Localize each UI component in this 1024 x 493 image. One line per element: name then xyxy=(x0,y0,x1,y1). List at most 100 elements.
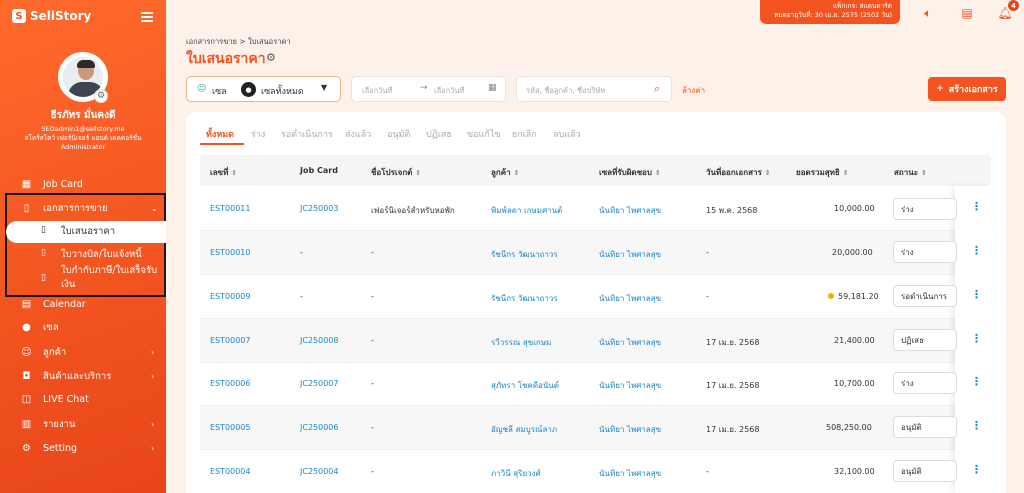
more-options-icon[interactable]: ⋮ xyxy=(971,463,982,476)
package-expiry: หมดอายุวันที่: 30 เม.ย. 2575 (2502 วัน) xyxy=(773,11,892,19)
column-header-status[interactable]: สถานะ ⇕ xyxy=(894,166,927,179)
hamburger-menu-icon[interactable] xyxy=(141,12,153,22)
row-job-card-link[interactable]: JC250006 xyxy=(300,423,338,432)
status-select[interactable]: ร่าง xyxy=(893,372,957,394)
row-number-link[interactable]: EST00011 xyxy=(210,204,250,213)
user-company: สโตร์สโตว์ เฟอร์นิเจอร์ แอนด์ เดคคอร์ชั่… xyxy=(24,134,142,142)
row-job-card-link[interactable]: JC250007 xyxy=(300,379,338,388)
tab-sent[interactable]: ส่งแล้ว xyxy=(345,127,371,141)
tab-rejected[interactable]: ปฏิเสธ xyxy=(426,127,452,141)
bag-icon: ◘ xyxy=(22,370,31,382)
row-job-card-link[interactable]: JC250003 xyxy=(300,204,338,213)
row-project: - xyxy=(371,336,374,345)
row-sales-link[interactable]: นันทิยา ไพศาลสุข xyxy=(599,379,661,392)
tab-cancelled[interactable]: ยกเลิก xyxy=(512,127,537,141)
more-options-icon[interactable]: ⋮ xyxy=(971,244,982,257)
status-select[interactable]: อนุมัติ xyxy=(893,416,957,438)
column-header-project[interactable]: ชื่อโปรเจกต์ ⇕ xyxy=(371,166,421,179)
row-job-card-link[interactable]: JC250008 xyxy=(300,336,338,345)
row-sales-link[interactable]: นันทิยา ไพศาลสุข xyxy=(599,467,661,480)
row-customer-link[interactable]: ภาวินี สุริยวงศ์ xyxy=(491,467,541,480)
more-options-icon[interactable]: ⋮ xyxy=(971,288,982,301)
date-range-picker[interactable]: เลือกวันที่ → เลือกวันที่ ▦ xyxy=(351,76,506,102)
row-customer-link[interactable]: รัชนีกร วัฒนาถาวร xyxy=(491,248,558,261)
row-total: 21,400.00 xyxy=(834,336,875,345)
status-select[interactable]: ร่าง xyxy=(893,198,957,220)
app-logo[interactable]: S SellStory xyxy=(12,9,91,23)
row-customer-link[interactable]: รวีวรรณ สุขเกษม xyxy=(491,336,551,349)
more-options-icon[interactable]: ⋮ xyxy=(971,332,982,345)
row-job-card-link[interactable]: JC250004 xyxy=(300,467,338,476)
column-header-number[interactable]: เลขที่ ⇕ xyxy=(210,166,237,179)
row-customer-link[interactable]: สุภัทรา โชคดีอนันต์ xyxy=(491,379,559,392)
sidebar-item-reports[interactable]: ▥ รายงาน › xyxy=(0,414,166,434)
status-select[interactable]: อนุมัติ xyxy=(893,460,957,482)
clear-filters-link[interactable]: ล้างค่า xyxy=(682,84,705,97)
status-select[interactable]: รอดำเนินการ xyxy=(893,285,957,307)
package-banner[interactable]: แพ็กเกจ: สแตนดาร์ด หมดอายุวันที่: 30 เม.… xyxy=(760,0,900,24)
sidebar-item-sales[interactable]: ● เซล xyxy=(0,317,166,337)
column-header-date[interactable]: วันที่ออกเอกสาร ⇕ xyxy=(706,166,771,179)
more-options-icon[interactable]: ⋮ xyxy=(971,419,982,432)
chevron-right-icon: › xyxy=(151,419,155,429)
chevron-right-icon: › xyxy=(151,443,155,453)
row-sales-link[interactable]: นันทิยา ไพศาลสุข xyxy=(599,248,661,261)
column-header-total[interactable]: ยอดรวมสุทธิ ⇕ xyxy=(796,166,849,179)
chat-icon: ◫ xyxy=(21,393,32,405)
speaker-icon[interactable]: 🔈︎ xyxy=(921,6,935,20)
chevron-right-icon: › xyxy=(151,347,155,357)
row-number-link[interactable]: EST00007 xyxy=(210,336,250,345)
active-tab-indicator xyxy=(200,143,244,145)
row-number-link[interactable]: EST00010 xyxy=(210,248,250,257)
row-number-link[interactable]: EST00004 xyxy=(210,467,250,476)
plus-icon: + xyxy=(936,84,944,94)
create-document-button[interactable]: + สร้างเอกสาร xyxy=(928,77,1006,101)
message-icon[interactable]: ▤ xyxy=(960,6,974,20)
sidebar-item-products[interactable]: ◘ สินค้าและบริการ › xyxy=(0,366,166,386)
column-header-customer[interactable]: ลูกค้า ⇕ xyxy=(491,166,519,179)
tab-pending[interactable]: รอดำเนินการ xyxy=(281,127,333,141)
notification-badge: 4 xyxy=(1008,0,1019,11)
row-customer-link[interactable]: อัญชลี สมบูรณ์ลาภ xyxy=(491,423,557,436)
search-icon[interactable]: ⌕ xyxy=(654,82,660,96)
row-customer-link[interactable]: รัชนีกร วัฒนาถาวร xyxy=(491,292,558,305)
sort-icon: ⇕ xyxy=(415,169,422,177)
search-placeholder: รหัส, ชื่อลูกค้า, ชื่อบริษัท xyxy=(526,86,606,95)
user-icon: ☺ xyxy=(197,84,207,94)
settings-gear-icon[interactable]: ⚙ xyxy=(266,51,276,64)
row-sales-link[interactable]: นันทิยา ไพศาลสุข xyxy=(599,204,661,217)
row-sales-link[interactable]: นันทิยา ไพศาลสุข xyxy=(599,423,661,436)
tab-revision[interactable]: ขอแก้ไข xyxy=(467,127,501,141)
row-date: - xyxy=(706,292,709,301)
tab-approved[interactable]: อนุมัติ xyxy=(387,127,410,141)
sales-filter-select[interactable]: ☺ เซล ● เซลทั้งหมด ▼ xyxy=(186,76,341,102)
search-input[interactable]: รหัส, ชื่อลูกค้า, ชื่อบริษัท ⌕ xyxy=(516,76,672,102)
more-options-icon[interactable]: ⋮ xyxy=(971,375,982,388)
sidebar-item-live-chat[interactable]: ◫ LIVE Chat xyxy=(0,389,166,409)
status-select[interactable]: ร่าง xyxy=(893,241,957,263)
row-sales-link[interactable]: นันทิยา ไพศาลสุข xyxy=(599,336,661,349)
row-customer-link[interactable]: พิมพ์ลดา เกษมศานต์ xyxy=(491,204,562,217)
calendar-icon: ▦ xyxy=(488,83,497,93)
sidebar-item-calendar[interactable]: ▤ Calendar xyxy=(0,294,166,314)
profile-settings-icon[interactable]: ⚙ xyxy=(94,89,108,103)
more-options-icon[interactable]: ⋮ xyxy=(971,200,982,213)
column-header-job-card[interactable]: Job Card xyxy=(300,166,338,175)
sort-icon: ⇕ xyxy=(764,169,771,177)
sidebar-item-customers[interactable]: ☺ ลูกค้า › xyxy=(0,342,166,362)
sidebar-item-job-card[interactable]: ▦ Job Card xyxy=(0,174,166,194)
tab-all[interactable]: ทั้งหมด xyxy=(206,127,234,141)
row-number-link[interactable]: EST00009 xyxy=(210,292,250,301)
sidebar-item-setting[interactable]: ⚙ Setting › xyxy=(0,438,166,458)
report-icon: ▥ xyxy=(21,418,32,430)
row-number-link[interactable]: EST00005 xyxy=(210,423,250,432)
row-sales-link[interactable]: นันทิยา ไพศาลสุข xyxy=(599,292,661,305)
date-to-input[interactable]: เลือกวันที่ xyxy=(434,85,465,97)
breadcrumb[interactable]: เอกสารการขาย > ใบเสนอราคา xyxy=(186,36,291,48)
status-select[interactable]: ปฏิเสธ xyxy=(893,329,957,351)
tab-draft[interactable]: ร่าง xyxy=(251,127,265,141)
tab-deleted[interactable]: ลบแล้ว xyxy=(553,127,581,141)
date-from-input[interactable]: เลือกวันที่ xyxy=(362,85,393,97)
row-number-link[interactable]: EST00006 xyxy=(210,379,250,388)
column-header-sales[interactable]: เซลที่รับผิดชอบ ⇕ xyxy=(599,166,661,179)
